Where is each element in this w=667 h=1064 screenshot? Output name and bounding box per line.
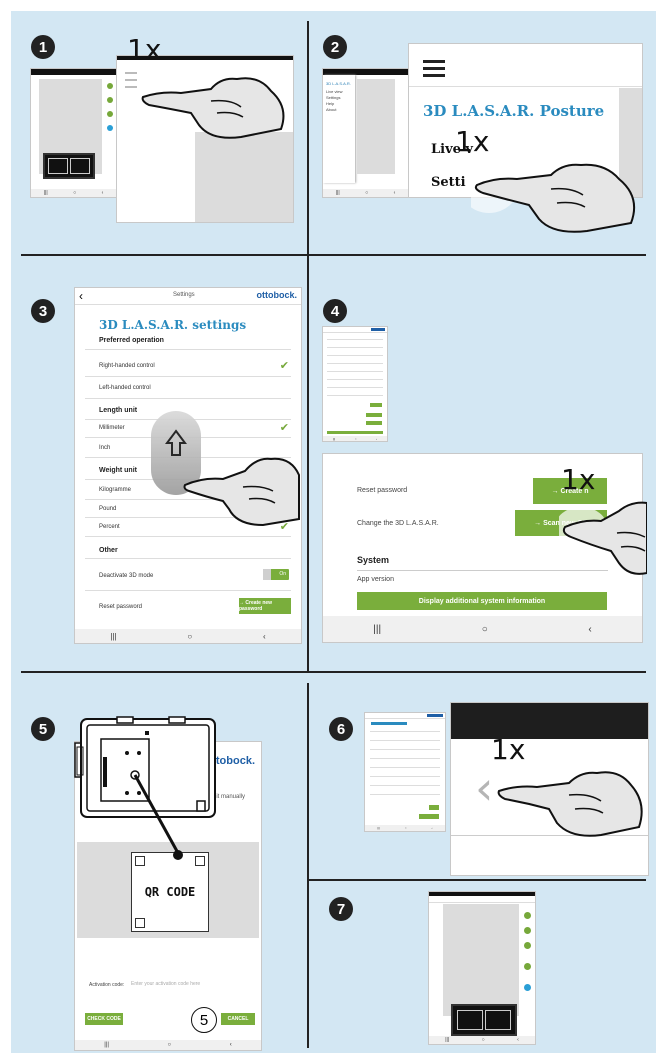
qr-code-label: QR CODE	[144, 885, 196, 899]
step-number-1: 1	[31, 35, 55, 59]
checkmark-icon: ✔	[279, 422, 289, 434]
option-right-handed[interactable]: Right-handed control	[99, 363, 155, 369]
option-percent[interactable]: Percent	[99, 524, 120, 530]
hand-pointer-icon	[183, 457, 300, 527]
step-number-4: 4	[323, 299, 347, 323]
qr-code-box: QR CODE	[131, 852, 209, 932]
menu-hint-lines	[125, 72, 137, 88]
zoom-divider	[409, 86, 642, 87]
section-length-unit: Length unit	[99, 407, 138, 414]
activation-code-input[interactable]: Enter your activation code here	[131, 981, 200, 987]
step-number-7: 7	[329, 897, 353, 921]
back-arrow-icon[interactable]: ‹	[475, 765, 493, 811]
step1-tablet-thumbnail: ||| ○ ‹	[31, 69, 116, 197]
scanner-device-illustration	[74, 716, 216, 860]
hand-pointer-icon	[559, 501, 647, 575]
back-icon[interactable]: ‹	[79, 289, 83, 303]
android-nav-bar: ||| ○ ‹	[31, 189, 116, 197]
step-circle-5: 5	[191, 1007, 217, 1033]
divider-row3	[307, 879, 646, 881]
option-kilogramme[interactable]: Kilogramme	[99, 487, 131, 493]
hand-pointer-icon	[141, 77, 285, 139]
android-nav-bar: ||| ○ ‹	[429, 1036, 535, 1044]
step4-settings-thumbnail: ||| ○ ‹	[323, 327, 387, 441]
step-number-3: 3	[31, 299, 55, 323]
label-reset-password: Reset password	[357, 487, 408, 494]
header-title: Settings	[173, 292, 195, 298]
tap-count-1: 1x	[127, 33, 162, 66]
menu-item-settings[interactable]: Setti	[431, 175, 466, 190]
android-nav-bar: ||| ○ ‹	[75, 1040, 261, 1050]
divider-row1	[21, 254, 646, 256]
android-nav-bar: ||| ○ ‹	[323, 189, 408, 197]
option-deactivate-3d: Deactivate 3D mode	[99, 573, 154, 579]
tap-count-2: 1x	[455, 125, 490, 158]
settings-header: ‹ Settings ottobock.	[75, 288, 301, 305]
checkmark-icon: ✔	[279, 360, 289, 372]
hand-pointer-icon	[471, 159, 635, 233]
divider-vertical-bottom	[307, 683, 309, 1048]
option-inch[interactable]: Inch	[99, 445, 110, 451]
toggle-3d-mode[interactable]: On	[263, 569, 289, 580]
hamburger-menu-icon	[423, 60, 445, 77]
section-weight-unit: Weight unit	[99, 467, 137, 474]
thumb-rows	[370, 731, 440, 803]
label-change-device: Change the 3D L.A.S.A.R.	[357, 520, 439, 527]
brand-logo: ottobock.	[256, 290, 298, 300]
section-preferred-operation: Preferred operation	[99, 337, 164, 344]
menu-app-title: 3D L.A.S.A.R. Posture	[423, 102, 605, 120]
scanner-plate-icon	[451, 1004, 517, 1036]
scan-area	[443, 904, 519, 1016]
option-pound[interactable]: Pound	[99, 506, 116, 512]
hand-pointer-icon	[497, 771, 643, 837]
tap-count-4: 1x	[561, 463, 596, 496]
tap-count-6: 1x	[491, 733, 526, 766]
scanner-plate-icon	[43, 153, 95, 179]
divider-row2	[21, 671, 646, 673]
settings-title: 3D L.A.S.A.R. settings	[99, 318, 247, 332]
create-new-password-button[interactable]: → Create new password	[239, 598, 291, 614]
option-left-handed[interactable]: Left-handed control	[99, 385, 151, 391]
android-nav-bar: ||| ○ ‹	[365, 825, 445, 831]
tablet-top-bar	[31, 69, 116, 75]
divider-vertical-top	[307, 21, 309, 671]
zoom-scan-area	[195, 132, 293, 222]
display-system-info-button[interactable]: Display additional system information	[357, 592, 607, 610]
dark-header	[451, 703, 648, 739]
instruction-sheet: 1 ||| ○ ‹ 1x 2 3D L.A.S.A.R. Live view S…	[11, 11, 656, 1053]
activation-code-label: Activation code:	[89, 982, 125, 988]
android-nav-bar: ||| ○ ‹	[323, 616, 642, 642]
step-number-6: 6	[329, 717, 353, 741]
step7-tablet-screen: ||| ○ ‹	[429, 892, 535, 1044]
side-tools-icon	[524, 912, 532, 991]
android-nav-bar: ||| ○ ‹	[323, 436, 387, 441]
step6-settings-thumbnail: ||| ○ ‹	[365, 713, 445, 831]
cancel-button[interactable]: CANCEL	[221, 1013, 255, 1025]
section-system: System	[357, 555, 390, 565]
header-row	[429, 896, 535, 903]
scan-area	[357, 79, 395, 174]
step-number-2: 2	[323, 35, 347, 59]
side-menu-panel: 3D L.A.S.A.R. Live view Settings Help Ab…	[323, 75, 355, 183]
check-code-button[interactable]: CHECK CODE	[85, 1013, 123, 1025]
option-reset-password: Reset password	[99, 604, 143, 610]
android-nav-bar: ||| ○ ‹	[75, 629, 301, 643]
label-app-version: App version	[357, 576, 394, 583]
option-millimeter[interactable]: Millimeter	[99, 425, 125, 431]
section-other: Other	[99, 547, 118, 554]
step2-tablet-thumbnail: 3D L.A.S.A.R. Live view Settings Help Ab…	[323, 69, 408, 197]
thumb-rows	[327, 339, 383, 403]
step-number-5: 5	[31, 717, 55, 741]
side-tools-icon	[107, 83, 113, 153]
